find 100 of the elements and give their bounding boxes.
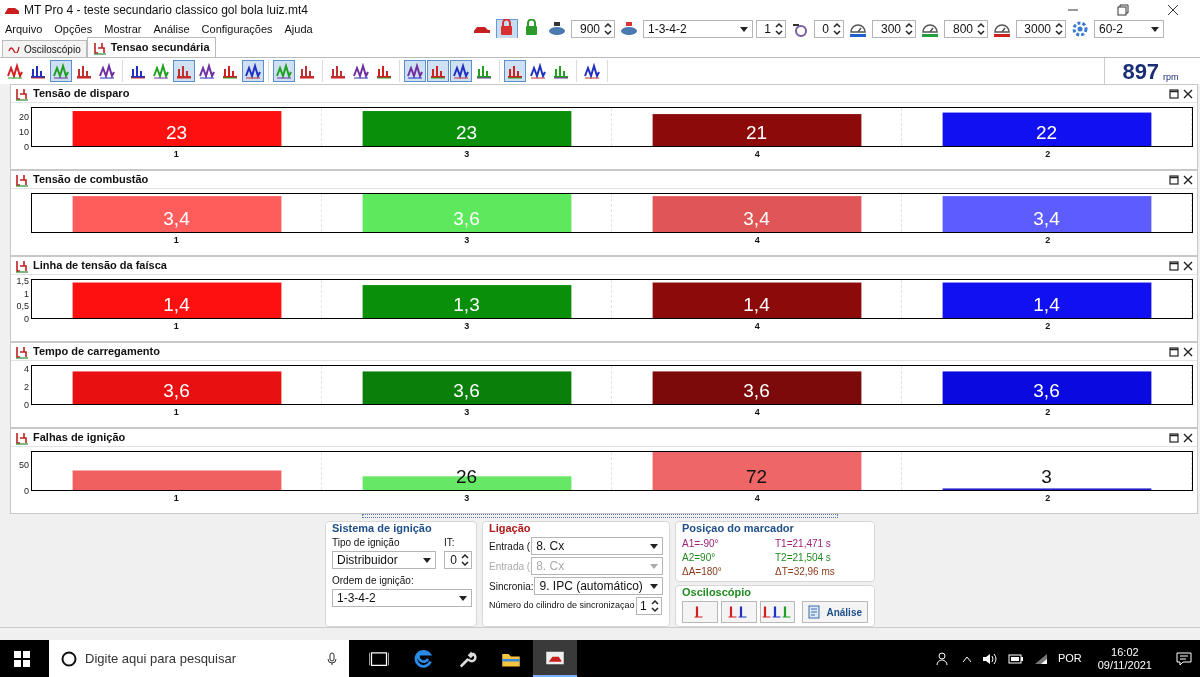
wifi-icon[interactable] [1033, 652, 1048, 665]
spin-arrows-icon[interactable] [650, 599, 659, 613]
close-icon[interactable] [1183, 432, 1193, 443]
car-logo-icon [4, 5, 20, 15]
rpm-unit: rpm [1163, 71, 1179, 84]
chart-tool-icon[interactable] [504, 60, 526, 82]
marker-reading: ΔA=180° [682, 565, 723, 578]
spin-arrows-icon[interactable] [905, 22, 913, 36]
caret-icon [459, 595, 467, 601]
report-icon [808, 605, 823, 619]
close-icon[interactable] [1183, 346, 1193, 357]
app-taskbar-icon[interactable] [533, 640, 577, 677]
axis-tick-label: 0 [24, 314, 29, 324]
battery-icon[interactable] [1007, 653, 1024, 664]
axis-tick-label: 20 [19, 112, 29, 122]
spin-field[interactable]: 300 [872, 20, 916, 38]
waveform-button[interactable] [720, 601, 757, 623]
bar-value: 21 [745, 121, 768, 145]
field-label: Sincronia: [489, 579, 534, 594]
bar-value: 23 [455, 121, 478, 145]
waveform-button[interactable] [759, 601, 796, 623]
axis-tick-label: 1 [24, 289, 29, 299]
dropdown[interactable]: 60-2 [1094, 20, 1164, 38]
search-field[interactable]: Digite aqui para pesquisar [49, 640, 349, 677]
maximize-icon[interactable] [1169, 260, 1179, 271]
windows-start-icon[interactable] [14, 650, 30, 667]
dropdown[interactable]: Distribuidor [332, 551, 436, 569]
maximize-icon[interactable] [1169, 432, 1179, 443]
menu-item[interactable]: Ajuda [284, 20, 313, 38]
panel-title: Tempo de carregamento [33, 344, 161, 360]
language-indicator[interactable]: POR [1057, 650, 1082, 667]
menu-item[interactable]: Opções [54, 20, 93, 38]
tab[interactable]: Tensao secundária [86, 37, 216, 57]
spin-arrows-icon[interactable] [1055, 22, 1063, 36]
analysis-button[interactable]: Análise [802, 601, 868, 623]
caret-icon [740, 26, 748, 32]
chart-tool-icon[interactable] [450, 60, 472, 82]
menu-item[interactable]: Análise [153, 20, 190, 38]
caret-icon [650, 543, 658, 549]
spin-field[interactable]: 1 [635, 597, 662, 615]
speaker-icon[interactable] [981, 651, 998, 666]
chart-tool-icon[interactable] [173, 60, 195, 82]
spin-arrows-icon[interactable] [977, 22, 985, 36]
spin-field[interactable]: 800 [944, 20, 988, 38]
bar-value: 1,4 [743, 293, 770, 317]
bar-value: 23 [165, 121, 188, 145]
close-icon[interactable] [1183, 88, 1193, 99]
wave-icon [8, 45, 20, 53]
spin-field[interactable]: 900 [571, 20, 615, 38]
maximize-icon[interactable] [1169, 88, 1179, 99]
dropdown[interactable]: 8. Cx [531, 537, 663, 555]
field-label: IT: [444, 537, 456, 549]
tab[interactable]: Osciloscópio [2, 40, 87, 57]
maximize-icon[interactable] [1169, 346, 1179, 357]
caret-icon [423, 557, 431, 563]
spin-arrows-icon[interactable] [604, 22, 612, 36]
cylinder-label: 2 [1045, 406, 1051, 419]
cylinder-label: 2 [1045, 234, 1051, 247]
clock-date[interactable]: 09/11/2021 [1097, 658, 1152, 672]
axis-tick-label: 0 [24, 400, 29, 410]
splitter-bar[interactable] [362, 514, 838, 518]
spin-field[interactable]: 1 [756, 20, 786, 38]
window-title: MT Pro 4 - teste secundario classico gol bola luiz.mt4 [24, 2, 309, 19]
cylinder-label: 1 [173, 234, 179, 247]
lock-icon[interactable] [496, 19, 518, 39]
spin-arrows-icon[interactable] [833, 22, 841, 36]
cylinder-label: 3 [464, 492, 470, 505]
close-icon[interactable] [1183, 174, 1193, 185]
chevron-up-icon[interactable] [961, 654, 972, 663]
chart-tool-icon[interactable] [404, 60, 426, 82]
chart-tool-icon[interactable] [242, 60, 264, 82]
menu-item[interactable]: Mostrar [104, 20, 142, 38]
dropdown[interactable]: 1-3-4-2 [332, 589, 472, 607]
spin-field[interactable]: 0 [814, 20, 844, 38]
spin-arrows-icon[interactable] [461, 553, 469, 567]
field-label: Entrada ( [489, 539, 531, 554]
menu-item[interactable]: Arquivo [5, 20, 43, 38]
spin-field[interactable]: 3000 [1016, 20, 1066, 38]
spin-arrows-icon[interactable] [775, 22, 783, 36]
bar-value: 1,4 [163, 293, 190, 317]
menu-item[interactable]: Configurações [201, 20, 273, 38]
dropdown[interactable]: 9. IPC (automático) [534, 577, 663, 595]
microphone-icon[interactable] [327, 651, 337, 666]
chart-tool-icon[interactable] [427, 60, 449, 82]
axis-tick-label: 10 [19, 127, 29, 137]
close-icon[interactable] [1183, 260, 1193, 271]
dropdown[interactable]: 1-3-4-2 [643, 20, 753, 38]
notification-icon[interactable] [1176, 651, 1192, 666]
waveform-icon [694, 606, 706, 618]
cylinder-label: 3 [464, 320, 470, 333]
bar-value: 1,3 [453, 293, 480, 317]
bar-value: 3,6 [163, 379, 190, 403]
maximize-icon[interactable] [1169, 174, 1179, 185]
cylinder-label: 4 [754, 406, 760, 419]
bar-value: 3,6 [743, 379, 770, 403]
spin-field[interactable]: 0 [444, 551, 472, 569]
axis-tick-label: 2 [24, 382, 29, 392]
clock-time[interactable]: 16:02 [1111, 645, 1139, 659]
waveform-button[interactable] [682, 601, 718, 623]
cylinder-label: 3 [464, 148, 470, 161]
